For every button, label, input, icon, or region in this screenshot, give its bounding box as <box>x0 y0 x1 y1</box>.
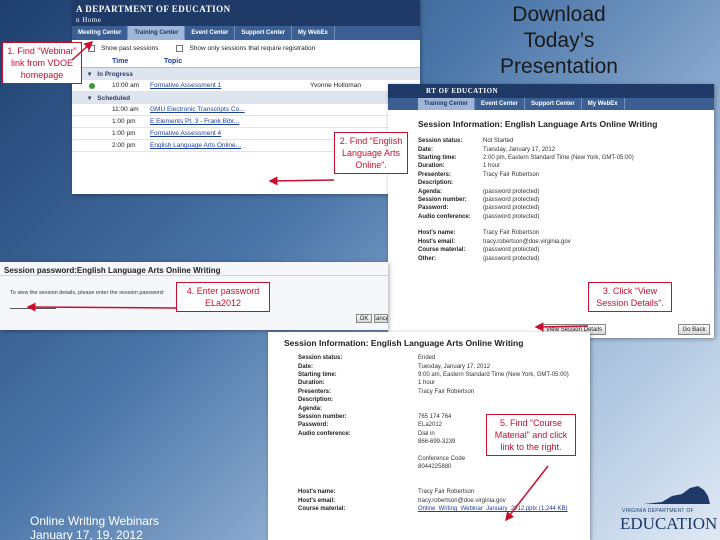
callout-arrows <box>26 40 589 522</box>
logo-line-2: EDUCATION <box>620 514 718 533</box>
vdoe-logo: VIRGINIA DEPARTMENT OF EDUCATION <box>598 484 718 538</box>
virginia-map-icon <box>644 486 710 504</box>
arrow-step-5 <box>505 465 549 522</box>
arrow-step-1 <box>71 40 94 61</box>
footer-text: Online Writing Webinars January 17, 19, … <box>30 514 159 540</box>
slide: { "slide_title": "Download Today’s Prese… <box>0 0 720 540</box>
footer-line-2: January 17, 19, 2012 <box>30 528 143 540</box>
arrow-step-4 <box>26 302 177 312</box>
arrow-step-3 <box>534 322 589 332</box>
arrow-step-2 <box>268 176 335 186</box>
footer-line-1: Online Writing Webinars <box>30 514 159 528</box>
